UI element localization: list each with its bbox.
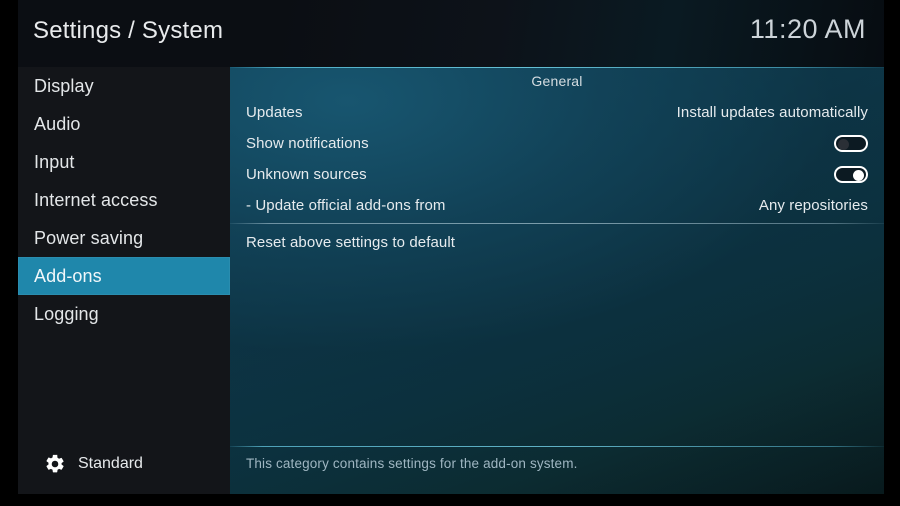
window-header: Settings / System 11:20 AM xyxy=(18,0,884,67)
sidebar-item-add-ons[interactable]: Add-ons xyxy=(18,257,230,295)
settings-row-label: Reset above settings to default xyxy=(246,234,456,251)
settings-group-header: General xyxy=(531,73,583,89)
toggle-show-notifications[interactable] xyxy=(834,135,868,152)
sidebar-item-input[interactable]: Input xyxy=(18,143,230,181)
content-top-divider xyxy=(230,67,884,68)
sidebar-item-label: Add-ons xyxy=(34,265,102,286)
gear-icon xyxy=(46,454,64,473)
sidebar-category-list: Display Audio Input Internet access Power sa… xyxy=(18,67,230,333)
settings-row-show-notifications[interactable]: Show notifications xyxy=(230,128,884,159)
settings-row-list: Updates Install updates automatically Show… xyxy=(230,97,884,258)
toggle-unknown-sources[interactable] xyxy=(834,166,868,183)
sidebar-item-display[interactable]: Display xyxy=(18,67,230,105)
toggle-knob xyxy=(838,138,849,150)
help-divider xyxy=(230,446,884,447)
sidebar: Display Audio Input Internet access Power sa… xyxy=(18,67,230,494)
settings-row-value: Any repositories xyxy=(758,197,868,214)
settings-row-label: Updates xyxy=(246,104,303,121)
settings-level-label: Standard xyxy=(78,455,143,472)
settings-row-label: Unknown sources xyxy=(246,166,367,183)
sidebar-item-label: Power saving xyxy=(34,227,144,248)
sidebar-item-label: Internet access xyxy=(34,189,158,210)
help-text: This category contains settings for the … xyxy=(246,456,578,471)
settings-row-label: Show notifications xyxy=(246,135,369,152)
settings-row-reset-above-settings-to-default[interactable]: Reset above settings to default xyxy=(230,227,884,258)
settings-row-separator xyxy=(230,223,884,224)
sidebar-item-logging[interactable]: Logging xyxy=(18,295,230,333)
sidebar-item-audio[interactable]: Audio xyxy=(18,105,230,143)
sidebar-item-label: Logging xyxy=(34,303,99,324)
toggle-knob xyxy=(853,169,864,181)
screen-frame: Settings / System 11:20 AM Display Audio I… xyxy=(0,0,900,506)
sidebar-item-label: Display xyxy=(34,75,94,96)
settings-row-value: Install updates automatically xyxy=(676,104,868,121)
sidebar-footer[interactable]: Standard xyxy=(18,434,230,494)
page-title: Settings / System xyxy=(33,17,224,44)
settings-row-unknown-sources[interactable]: Unknown sources xyxy=(230,159,884,190)
sidebar-item-label: Audio xyxy=(34,113,81,134)
sidebar-item-internet-access[interactable]: Internet access xyxy=(18,181,230,219)
clock: 11:20 AM xyxy=(749,14,866,44)
settings-row-label: - Update official add-ons from xyxy=(246,197,446,214)
settings-content-panel: General Updates Install updates automatic… xyxy=(230,67,884,494)
settings-row-updates[interactable]: Updates Install updates automatically xyxy=(230,97,884,128)
kodi-window: Settings / System 11:20 AM Display Audio I… xyxy=(18,0,884,494)
settings-row-update-official-addons-from[interactable]: - Update official add-ons from Any reposi… xyxy=(230,190,884,221)
sidebar-item-label: Input xyxy=(34,151,75,172)
sidebar-item-power-saving[interactable]: Power saving xyxy=(18,219,230,257)
